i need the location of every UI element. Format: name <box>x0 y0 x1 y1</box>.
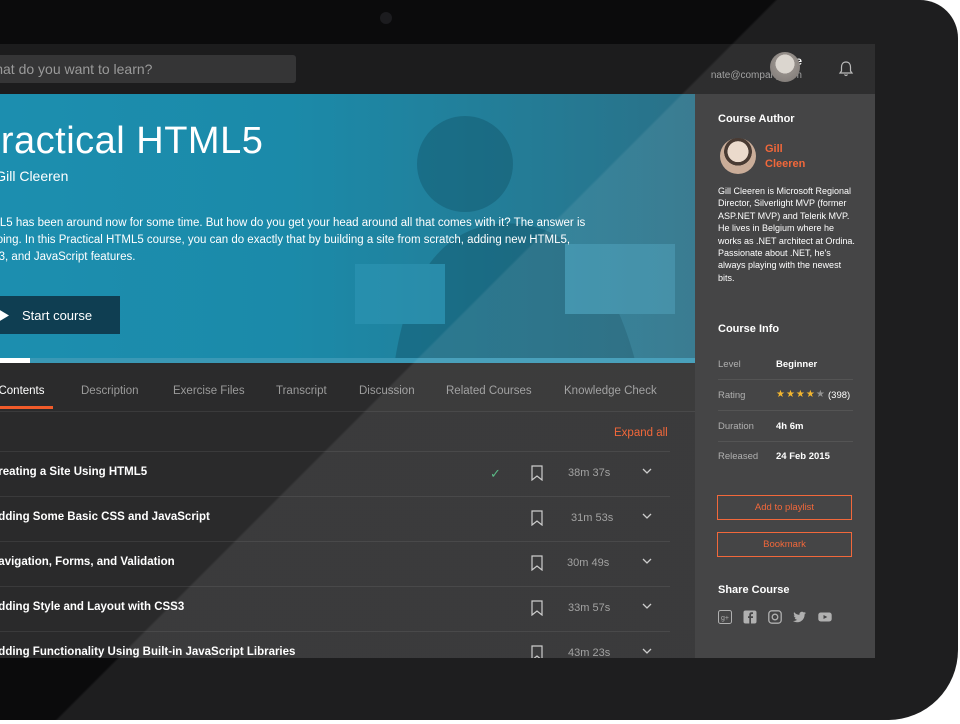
play-icon <box>0 309 9 321</box>
tab-description[interactable]: Description <box>81 385 139 397</box>
author-bio: Gill Cleeren is Microsoft Regional Direc… <box>718 186 855 283</box>
module-duration: 38m 37s <box>568 467 611 479</box>
bookmark-icon[interactable] <box>531 510 543 526</box>
course-tabs: Table of Contents Description Exercise F… <box>0 365 695 412</box>
tab-knowledge-check[interactable]: Knowledge Check <box>564 385 657 397</box>
duration-label: Duration <box>718 421 754 432</box>
instagram-icon[interactable] <box>768 610 782 624</box>
rating-count: (398) <box>828 390 851 401</box>
author-avatar[interactable] <box>720 138 756 174</box>
bookmark-button[interactable]: Bookmark <box>717 532 852 557</box>
user-info[interactable]: Nate nate@company.com <box>0 54 802 81</box>
google-plus-icon[interactable]: g+ <box>718 610 732 624</box>
active-tab-indicator <box>0 406 53 409</box>
released-value: 24 Feb 2015 <box>776 451 830 462</box>
start-course-button[interactable]: Start course <box>0 296 120 334</box>
chevron-down-icon[interactable] <box>642 513 652 520</box>
avatar[interactable] <box>770 52 800 82</box>
course-byline[interactable]: By Gill Cleeren <box>0 168 68 184</box>
bookmark-icon[interactable] <box>531 465 543 481</box>
chevron-down-icon[interactable] <box>642 648 652 655</box>
course-info-heading: Course Info <box>718 323 780 335</box>
module-duration: 43m 23s <box>568 647 611 658</box>
tab-transcript[interactable]: Transcript <box>276 385 327 397</box>
module-title: Adding Functionality Using Built-in Java… <box>0 646 296 658</box>
module-title: Navigation, Forms, and Validation <box>0 556 175 568</box>
bookmark-icon[interactable] <box>531 600 543 616</box>
course-author-heading: Course Author <box>718 113 795 125</box>
released-label: Released <box>718 451 759 462</box>
course-sidebar: Course Author Gill Cleeren Gill Cleeren … <box>695 94 875 658</box>
duration-value: 4h 6m <box>776 421 804 432</box>
module-duration: 31m 53s <box>571 512 614 524</box>
tab-exercise-files[interactable]: Exercise Files <box>173 385 245 397</box>
info-row-released: Released 24 Feb 2015 <box>718 441 853 471</box>
rating-stars[interactable]: ★★★★★ <box>776 389 826 400</box>
completed-check-icon: ✓ <box>490 466 501 481</box>
course-description: HTML5 has been around now for some time.… <box>0 217 586 263</box>
author-name[interactable]: Gill Cleeren <box>765 142 825 172</box>
chevron-down-icon[interactable] <box>642 468 652 475</box>
start-course-label: Start course <box>22 307 93 323</box>
module-title: Creating a Site Using HTML5 <box>0 466 148 478</box>
info-row-rating: Rating ★★★★★ (398) <box>718 380 853 411</box>
chevron-down-icon[interactable] <box>642 603 652 610</box>
bookmark-icon[interactable] <box>531 645 543 658</box>
tab-discussion[interactable]: Discussion <box>359 385 415 397</box>
author-last-name: Cleeren <box>765 158 806 170</box>
course-progress-bar <box>0 358 695 363</box>
course-hero: Practical HTML5 By Gill Cleeren HTML5 ha… <box>0 94 695 360</box>
module-row[interactable]: Adding Functionality Using Built-in Java… <box>0 631 670 658</box>
add-to-playlist-button[interactable]: Add to playlist <box>717 495 852 520</box>
expand-all-link[interactable]: Expand all <box>614 427 668 439</box>
tab-table-of-contents[interactable]: Table of Contents <box>0 385 45 397</box>
bookmark-icon[interactable] <box>531 555 543 571</box>
module-row[interactable]: Navigation, Forms, and Validation 30m 49… <box>0 541 670 586</box>
top-bar: What do you want to learn? Nate nate@com… <box>0 44 875 94</box>
module-row[interactable]: Adding Some Basic CSS and JavaScript 31m… <box>0 496 670 541</box>
module-duration: 33m 57s <box>568 602 611 614</box>
module-title: Adding Some Basic CSS and JavaScript <box>0 511 210 523</box>
module-title: Adding Style and Layout with CSS3 <box>0 601 185 613</box>
tab-related-courses[interactable]: Related Courses <box>446 385 532 397</box>
app-screen: What do you want to learn? Nate nate@com… <box>0 44 875 658</box>
module-list: Creating a Site Using HTML5 ✓ 38m 37s Ad… <box>0 451 670 658</box>
info-row-duration: Duration 4h 6m <box>718 411 853 442</box>
rating-label: Rating <box>718 390 746 401</box>
info-row-level: Level Beginner <box>718 349 853 380</box>
svg-text:g+: g+ <box>721 615 729 622</box>
youtube-icon[interactable] <box>818 610 832 624</box>
chevron-down-icon[interactable] <box>642 558 652 565</box>
share-icons: g+ <box>718 610 832 624</box>
tablet-frame: What do you want to learn? Nate nate@com… <box>0 0 958 720</box>
module-row[interactable]: Creating a Site Using HTML5 ✓ 38m 37s <box>0 451 670 496</box>
facebook-icon[interactable] <box>743 610 757 624</box>
level-value: Beginner <box>776 359 818 370</box>
user-name: Nate <box>0 54 802 68</box>
module-duration: 30m 49s <box>567 557 610 569</box>
course-title: Practical HTML5 <box>0 120 264 162</box>
camera-icon <box>380 12 392 24</box>
twitter-icon[interactable] <box>793 610 807 624</box>
level-label: Level <box>718 359 741 370</box>
author-first-name: Gill <box>765 143 783 155</box>
module-row[interactable]: Adding Style and Layout with CSS3 33m 57… <box>0 586 670 631</box>
course-progress-fill <box>0 358 30 363</box>
user-email: nate@company.com <box>710 70 802 81</box>
share-course-heading: Share Course <box>718 584 790 596</box>
bell-icon[interactable] <box>838 60 854 78</box>
